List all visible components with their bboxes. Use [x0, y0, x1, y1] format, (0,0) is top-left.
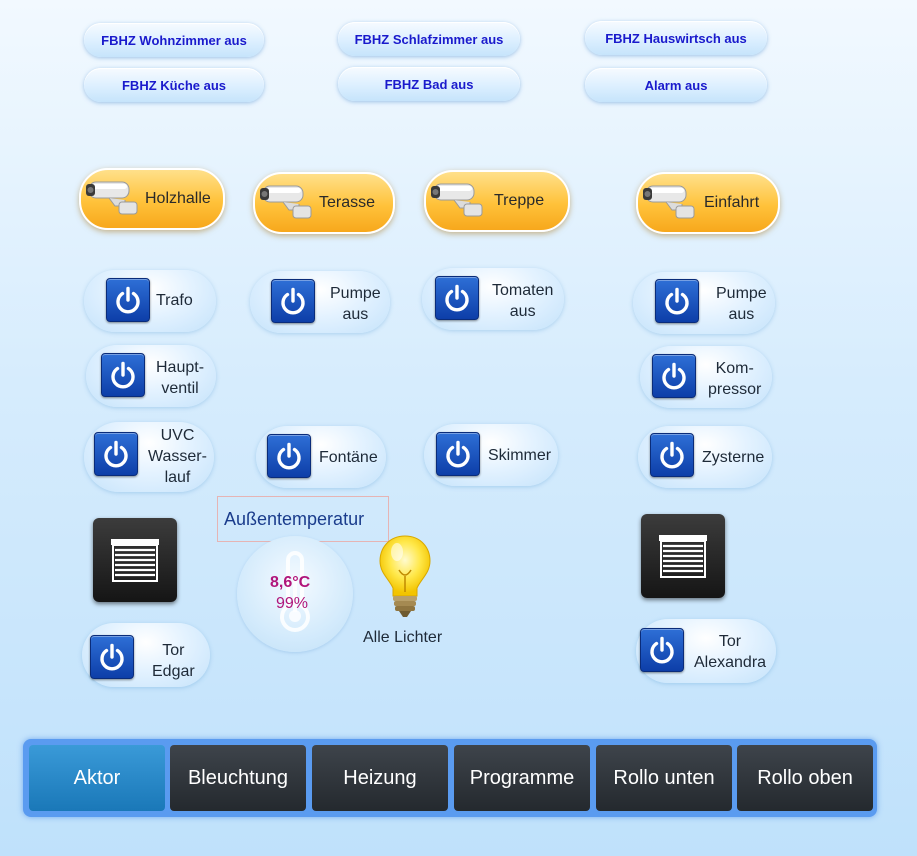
actor-label: Pumpe aus	[330, 285, 381, 323]
actor-label: Zysterne	[702, 449, 765, 466]
power-icon	[90, 635, 134, 679]
power-icon	[640, 628, 684, 672]
alarm-button[interactable]: Alarm aus	[585, 68, 767, 102]
actor-label: Kom- pressor	[708, 360, 762, 398]
power-icon	[101, 353, 145, 397]
actor-tor-alexandra-button[interactable]: Tor Alexandra	[636, 619, 776, 683]
power-icon	[435, 276, 479, 320]
fbhz-hauswirtsch-button[interactable]: FBHZ Hauswirtsch aus	[585, 21, 767, 55]
camera-label: Einfahrt	[704, 194, 760, 211]
tab-bleuchtung[interactable]: Bleuchtung	[170, 745, 306, 811]
actor-label: Tomaten aus	[492, 282, 554, 320]
actor-label: Skimmer	[488, 447, 552, 464]
power-icon	[94, 432, 138, 476]
tab-rollo-oben[interactable]: Rollo oben	[737, 745, 873, 811]
camera-label: Treppe	[494, 192, 545, 209]
actor-skimmer-button[interactable]: Skimmer	[424, 424, 558, 486]
camera-treppe-button[interactable]: Treppe	[424, 170, 570, 232]
power-icon	[652, 354, 696, 398]
tab-programme[interactable]: Programme	[454, 745, 590, 811]
fbhz-kueche-button[interactable]: FBHZ Küche aus	[84, 68, 264, 102]
power-icon	[655, 279, 699, 323]
humidity-value: 99%	[276, 595, 309, 612]
temperature-widget[interactable]: 8,6°C 99%	[237, 536, 353, 652]
actor-kompressor-button[interactable]: Kom- pressor	[640, 346, 772, 408]
power-icon	[436, 432, 480, 476]
actor-label: UVC Wasser- lauf	[148, 427, 207, 486]
fbhz-bad-button[interactable]: FBHZ Bad aus	[338, 67, 520, 101]
shutter-icon	[658, 534, 708, 578]
tab-bar: Aktor Bleuchtung Heizung Programme Rollo…	[23, 739, 877, 817]
tab-aktor[interactable]: Aktor	[29, 745, 165, 811]
temperature-value: 8,6°C	[270, 574, 311, 591]
camera-einfahrt-button[interactable]: Einfahrt	[636, 172, 780, 234]
camera-icon	[259, 178, 317, 222]
rollo-left-button[interactable]	[93, 518, 177, 602]
camera-icon	[85, 174, 143, 218]
camera-label: Holzhalle	[145, 190, 211, 207]
power-icon	[271, 279, 315, 323]
thermometer-icon	[280, 551, 310, 632]
actor-tor-edgar-button[interactable]: Tor Edgar	[82, 623, 210, 687]
actor-tomaten-button[interactable]: Tomaten aus	[422, 268, 564, 330]
tab-heizung[interactable]: Heizung	[312, 745, 448, 811]
power-icon	[650, 433, 694, 477]
actor-zysterne-button[interactable]: Zysterne	[638, 426, 772, 488]
fbhz-wohnzimmer-button[interactable]: FBHZ Wohnzimmer aus	[84, 23, 264, 57]
actor-pumpe-button[interactable]: Pumpe aus	[250, 271, 390, 333]
rollo-right-button[interactable]	[641, 514, 725, 598]
camera-holzhalle-button[interactable]: Holzhalle	[79, 168, 225, 230]
shutter-icon	[110, 538, 160, 582]
actor-label: Haupt- ventil	[156, 359, 205, 397]
actor-fontaene-button[interactable]: Fontäne	[256, 426, 386, 488]
actor-label: Tor Alexandra	[694, 633, 767, 671]
actor-label: Tor Edgar	[152, 642, 195, 680]
actor-label: Pumpe aus	[716, 285, 767, 323]
fbhz-schlafzimmer-button[interactable]: FBHZ Schlafzimmer aus	[338, 22, 520, 56]
camera-icon	[642, 178, 700, 222]
camera-terasse-button[interactable]: Terasse	[253, 172, 395, 234]
tab-rollo-unten[interactable]: Rollo unten	[596, 745, 732, 811]
camera-label: Terasse	[319, 194, 376, 211]
power-icon	[267, 434, 311, 478]
actor-label: Trafo	[156, 292, 193, 309]
actor-label: Fontäne	[319, 449, 378, 466]
all-lights-button[interactable]: Alle Lichter	[360, 530, 452, 652]
camera-icon	[430, 176, 488, 220]
power-icon	[106, 278, 150, 322]
actor-hauptventil-button[interactable]: Haupt- ventil	[86, 345, 216, 407]
light-bulb-icon	[379, 535, 431, 617]
actor-uvc-button[interactable]: UVC Wasser- lauf	[84, 422, 214, 492]
actor-trafo-button[interactable]: Trafo	[84, 270, 216, 332]
actor-pumpe2-button[interactable]: Pumpe aus	[633, 272, 775, 334]
all-lights-label: Alle Lichter	[363, 629, 443, 646]
